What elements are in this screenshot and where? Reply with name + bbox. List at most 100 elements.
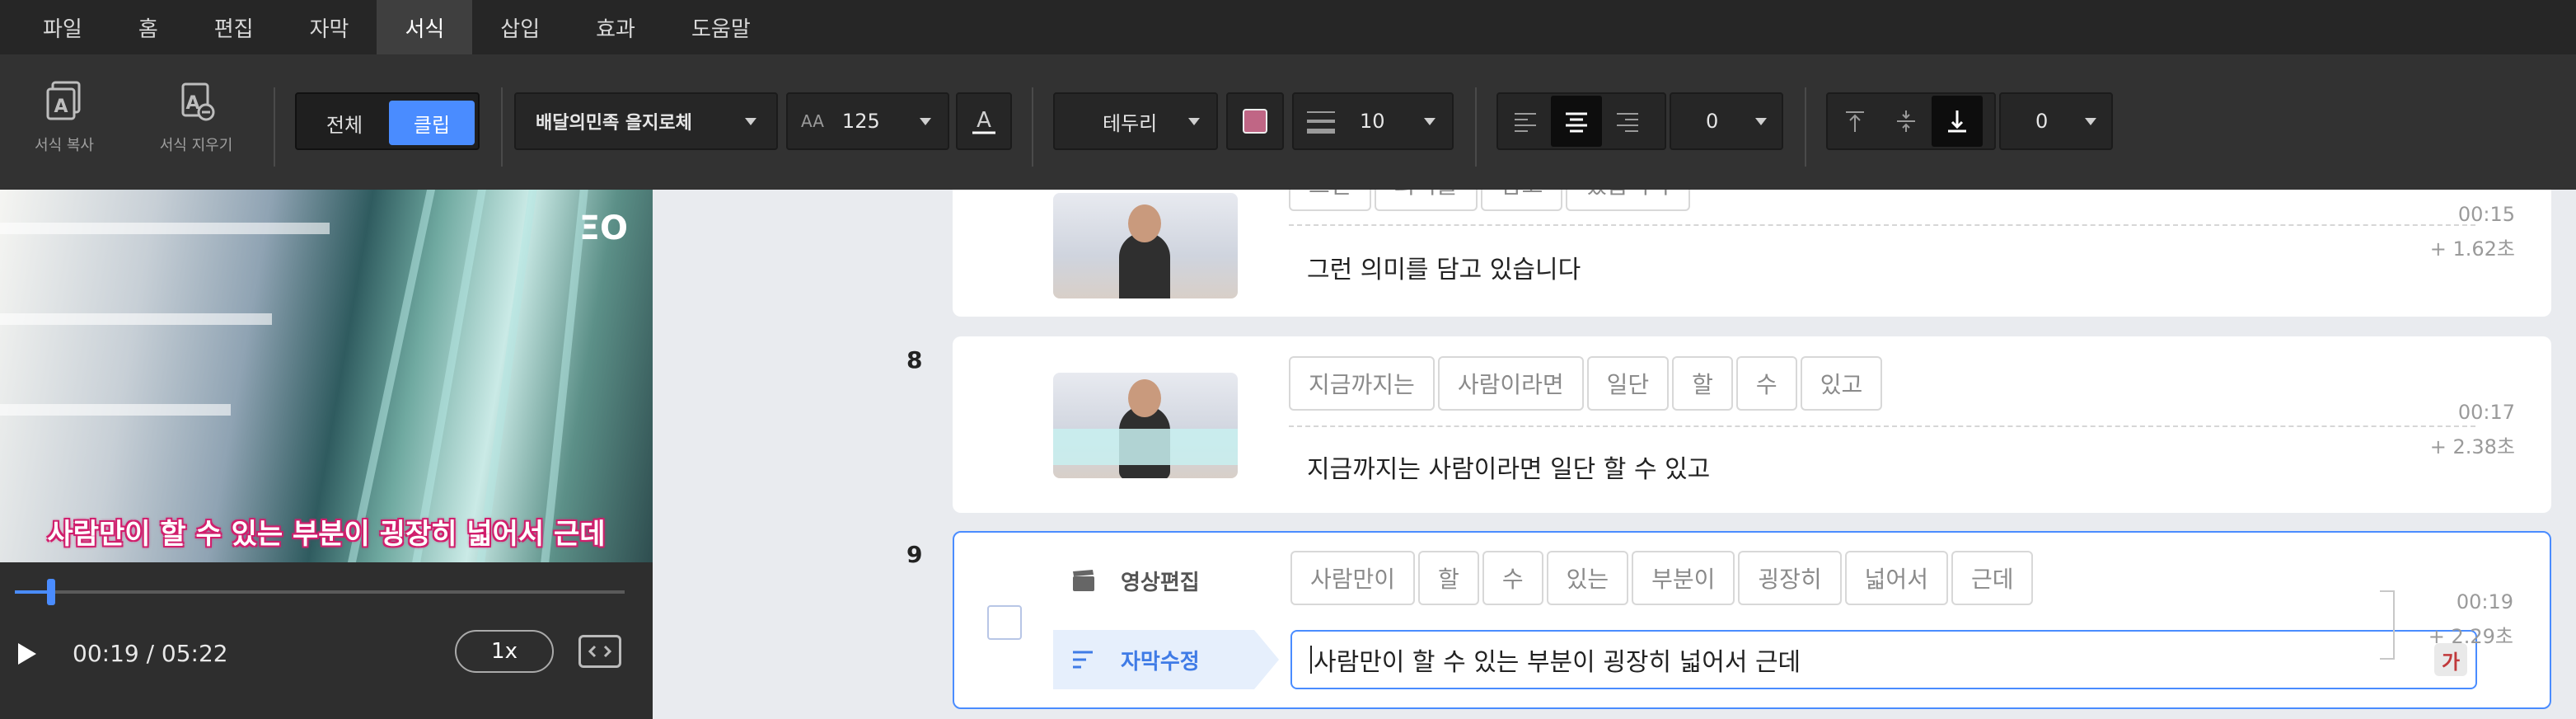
- video-decor: [476, 190, 537, 562]
- word-chip[interactable]: 지금까지는: [1289, 356, 1435, 411]
- svg-text:A: A: [54, 96, 68, 117]
- divider: [1289, 224, 2475, 226]
- border-style-select[interactable]: 테두리: [1053, 92, 1218, 150]
- font-size-select[interactable]: AA 125: [786, 92, 949, 150]
- word-chip[interactable]: 근데: [1951, 551, 2034, 605]
- word-chip[interactable]: 있는: [1546, 551, 1629, 605]
- clip-thumbnail[interactable]: [1053, 193, 1238, 298]
- border-width-value: 10: [1360, 110, 1385, 133]
- align-center-button[interactable]: [1551, 96, 1602, 147]
- word-chips: 그런 의미를 담고 있습니다: [1289, 190, 1693, 211]
- word-chip[interactable]: 할: [1418, 551, 1479, 605]
- play-icon[interactable]: [16, 641, 38, 666]
- copy-format-label: 서식 복사: [35, 137, 94, 154]
- word-chip[interactable]: 그런: [1289, 190, 1371, 211]
- horizontal-offset-select[interactable]: 0: [1670, 92, 1783, 150]
- border-width-select[interactable]: 10: [1292, 92, 1454, 150]
- vertical-offset-select[interactable]: 0: [1999, 92, 2113, 150]
- start-time: 00:17: [2457, 401, 2515, 424]
- word-chips: 지금까지는 사람이라면 일단 할 수 있고: [1289, 356, 1885, 411]
- start-time: 00:19: [2456, 590, 2513, 613]
- menu-effects[interactable]: 효과: [568, 0, 663, 54]
- toolbar-divider: [1475, 87, 1477, 167]
- subtitle-row-selected[interactable]: 영상편집 자막수정 사람만이 할 수 있는 부분이 굉장히 넓어서 근데 사람만…: [953, 531, 2551, 709]
- subtitle-row[interactable]: 그런 의미를 담고 있습니다 그런 의미를 담고 있습니다 00:15 + 1.…: [953, 190, 2551, 317]
- thumbnail-decor: [1119, 233, 1170, 298]
- border-style-value: 테두리: [1103, 111, 1158, 135]
- menu-subtitle[interactable]: 자막: [282, 0, 377, 54]
- menu-format[interactable]: 서식: [377, 0, 473, 54]
- align-right-icon: [1617, 113, 1638, 132]
- playback-speed-button[interactable]: 1x: [455, 630, 554, 673]
- scope-all-option[interactable]: 전체: [302, 101, 387, 145]
- clip-thumbnail[interactable]: [1053, 373, 1238, 478]
- fit-screen-button[interactable]: [578, 635, 621, 668]
- row-checkbox[interactable]: [987, 605, 1022, 640]
- video-frame[interactable]: ΞO 사람만이 할 수 있는 부분이 굉장히 넓어서 근데: [0, 190, 653, 562]
- subtitle-edit-tab[interactable]: 자막수정: [1053, 630, 1279, 689]
- subtitle-edit-value: 사람만이 할 수 있는 부분이 굉장히 넓어서 근데: [1314, 648, 1801, 677]
- word-chip[interactable]: 일단: [1586, 356, 1670, 411]
- border-color-button[interactable]: [1226, 92, 1284, 150]
- text-cursor: [1310, 646, 1312, 674]
- word-chips: 사람만이 할 수 있는 부분이 굉장히 넓어서 근데: [1290, 551, 2036, 605]
- menu-insert[interactable]: 삽입: [472, 0, 568, 54]
- toolbar-divider: [501, 87, 503, 167]
- seek-handle[interactable]: [46, 579, 55, 605]
- font-size-value: 125: [841, 110, 880, 133]
- menu-help[interactable]: 도움말: [663, 0, 779, 54]
- menu-home[interactable]: 홈: [110, 0, 186, 54]
- seek-progress: [15, 590, 51, 594]
- text-color-button[interactable]: A: [956, 92, 1012, 150]
- clear-format-button[interactable]: A 서식 지우기: [138, 79, 254, 178]
- fit-screen-icon: [588, 645, 612, 658]
- video-edit-tab[interactable]: 영상편집: [1053, 551, 1254, 610]
- subtitle-edit-label: 자막수정: [1121, 649, 1200, 674]
- text-color-icon: A: [972, 108, 995, 134]
- word-chip[interactable]: 넓어서: [1844, 551, 1948, 605]
- border-color-swatch: [1243, 109, 1267, 134]
- align-middle-button[interactable]: [1880, 96, 1932, 147]
- subtitle-lines-icon: [1073, 651, 1093, 669]
- word-chip[interactable]: 수: [1735, 356, 1797, 411]
- subtitle-text[interactable]: 지금까지는 사람이라면 일단 할 수 있고: [1307, 449, 1710, 485]
- duration: + 1.62초: [2429, 237, 2515, 261]
- align-middle-icon: [1897, 110, 1915, 132]
- word-chip[interactable]: 사람이라면: [1437, 356, 1584, 411]
- word-chip[interactable]: 의미를: [1374, 190, 1478, 211]
- word-chip[interactable]: 있고: [1800, 356, 1883, 411]
- horizontal-offset-value: 0: [1706, 110, 1719, 133]
- duration: + 2.38초: [2429, 435, 2515, 458]
- copy-format-button[interactable]: A 서식 복사: [7, 79, 122, 178]
- svg-text:A: A: [977, 108, 991, 133]
- word-chip[interactable]: 담고: [1480, 190, 1563, 211]
- align-left-icon: [1515, 113, 1536, 132]
- font-select[interactable]: 배달의민족 을지로체: [514, 92, 778, 150]
- seek-bar[interactable]: [15, 579, 625, 605]
- subtitle-text[interactable]: 그런 의미를 담고 있습니다: [1307, 249, 1581, 285]
- word-chip[interactable]: 수: [1482, 551, 1543, 605]
- menu-file[interactable]: 파일: [15, 0, 110, 54]
- align-bottom-button[interactable]: [1932, 96, 1983, 147]
- align-bottom-icon: [1948, 110, 1966, 133]
- row-number: 9: [906, 541, 923, 568]
- word-chip[interactable]: 할: [1672, 356, 1733, 411]
- subtitle-row[interactable]: 지금까지는 사람이라면 일단 할 수 있고 지금까지는 사람이라면 일단 할 수…: [953, 336, 2551, 513]
- chevron-down-icon: [1755, 117, 1767, 125]
- chevron-down-icon: [1424, 117, 1436, 125]
- word-chip[interactable]: 있습니다: [1566, 190, 1691, 211]
- scope-toggle: 전체 클립: [295, 92, 480, 150]
- align-left-button[interactable]: [1500, 96, 1551, 147]
- word-chip[interactable]: 사람만이: [1290, 551, 1416, 605]
- align-top-button[interactable]: [1829, 96, 1880, 147]
- align-right-button[interactable]: [1602, 96, 1653, 147]
- menu-edit[interactable]: 편집: [186, 0, 282, 54]
- word-chip[interactable]: 부분이: [1632, 551, 1735, 605]
- subtitle-edit-input[interactable]: 사람만이 할 수 있는 부분이 굉장히 넓어서 근데 가: [1290, 630, 2477, 689]
- word-chip[interactable]: 굉장히: [1738, 551, 1842, 605]
- scope-clip-option[interactable]: 클립: [389, 101, 475, 145]
- duration: + 2.29초: [2428, 625, 2513, 648]
- channel-logo: ΞO: [578, 209, 628, 247]
- start-time: 00:15: [2457, 203, 2515, 226]
- video-decor: [0, 223, 330, 234]
